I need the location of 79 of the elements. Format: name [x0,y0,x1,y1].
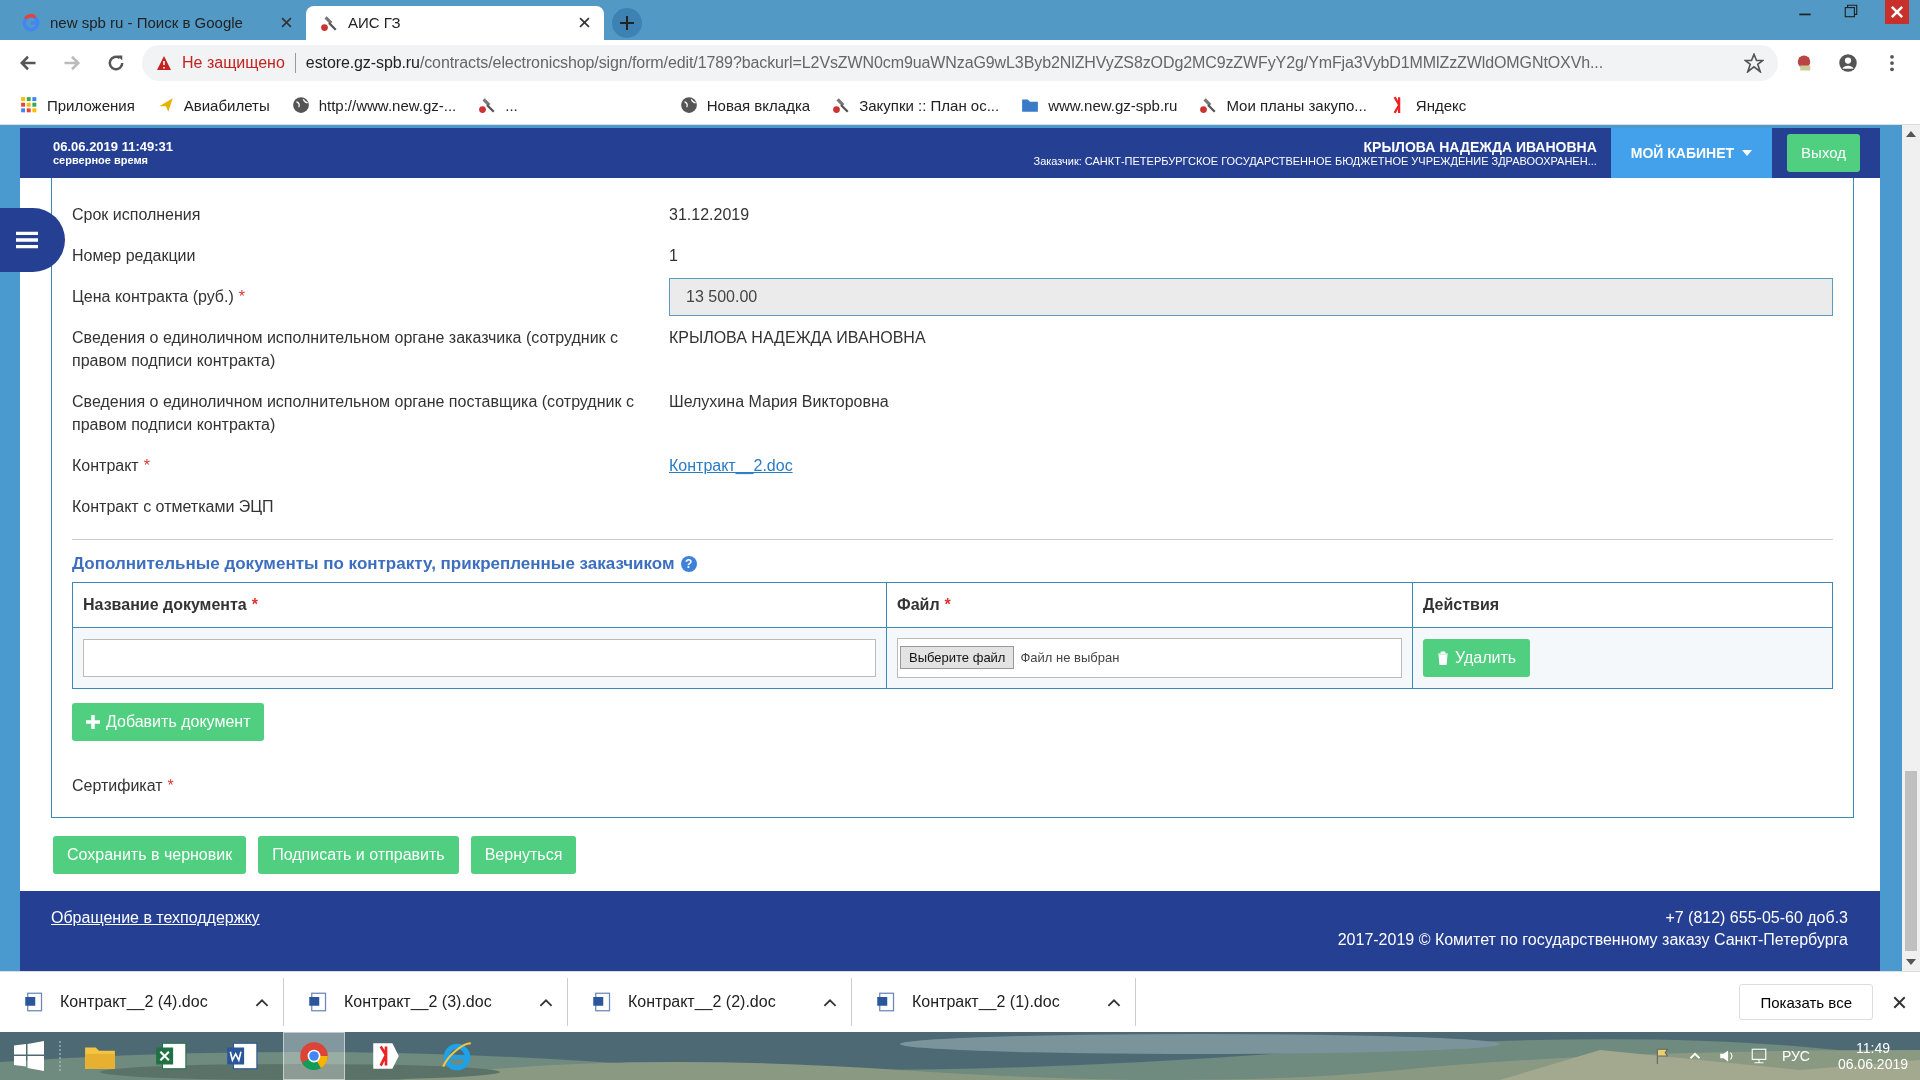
globe-icon [679,96,698,115]
field-value: 31.12.2019 [669,205,750,223]
server-time-label: серверное время [53,154,149,167]
scroll-up-icon[interactable] [1906,130,1916,137]
scroll-down-icon[interactable] [1906,959,1916,966]
scroll-thumb[interactable] [1905,771,1917,952]
document-icon [592,992,612,1013]
field-label: Срок исполнения [72,204,202,225]
hammer-icon [478,96,497,115]
caret-icon [1742,149,1753,156]
close-icon[interactable] [1893,995,1906,1009]
hammer-icon [832,96,851,115]
field-value: КРЫЛОВА НАДЕЖДА ИВАНОВНА [669,328,926,346]
bookmark[interactable]: http://www.new.gz-... [291,96,457,115]
column-header: Файл * [886,582,1413,628]
bookmark[interactable]: Авиабилеты [156,96,270,115]
file-input[interactable]: Выберите файл Файл не выбран [897,637,1402,678]
file-link[interactable]: Контракт__2.doc [669,456,793,474]
document-icon [308,992,328,1013]
grip-icon [58,1041,62,1071]
column-header: Действия [1412,582,1833,628]
column-header: Название документа * [72,582,887,628]
bookmark[interactable]: Новая вкладка [679,96,811,115]
bookmark[interactable]: Закупки :: План ос... [832,96,1000,115]
field-value: Шелухина Мария Викторовна [669,392,889,410]
copyright: 2017-2019 © Комитет по государственному заказу Санкт-Петербурга [1337,931,1848,950]
document-icon [876,992,896,1013]
download-item[interactable]: Контракт__2 (1).doc [876,978,1136,1027]
internet-explorer-icon [440,1039,474,1073]
bookmark[interactable]: Приложения [20,96,135,115]
field-value: 1 [669,246,678,264]
chevron-icon[interactable] [823,997,837,1007]
download-item[interactable]: Контракт__2 (2).doc [592,978,852,1027]
browser-tab[interactable]: АИС ГЗ [306,5,604,40]
scrollbar[interactable] [1902,124,1920,972]
field-label: Цена контракта (руб.) * [72,286,247,307]
server-time: 06.06.2019 11:49:31 [53,139,174,155]
document-icon [24,992,44,1013]
field-label: Сведения о единоличном исполнительном органе заказчика (сотрудник с правом подписи контракта) [72,327,620,371]
menu-icon [16,230,38,249]
section-title: Дополнительные документы по контракту, прикрепленные заказчиком [72,553,675,574]
chevron-icon[interactable] [539,997,553,1007]
close-icon[interactable] [579,17,590,29]
price-field[interactable]: 13 500.00 [669,277,1833,316]
show-all-button[interactable]: Показать все [1739,984,1873,1021]
field-label: Контракт с отметками ЭЦП [72,496,275,517]
folder-icon [1021,96,1040,115]
google-icon [22,13,40,32]
taskbar-app[interactable] [283,1032,345,1080]
warning-icon [156,55,172,72]
organization-name: Заказчик: САНКТ-ПЕТЕРБУРГСКОЕ ГОСУДАРСТВЕННОЕ БЮДЖЕТНОЕ УЧРЕЖДЕНИЕ ЗДРАВООХРАНЕН... [1033,154,1597,167]
bookmark[interactable]: Яндекс [1388,96,1467,115]
bookmark[interactable]: Мои планы закупо... [1199,96,1367,115]
bookmark[interactable]: www.new.gz-spb.ru [1021,96,1178,115]
hammer-icon [1199,96,1218,115]
download-item[interactable]: Контракт__2 (4).doc [24,978,284,1027]
chrome-icon [297,1039,331,1073]
chevron-icon[interactable] [1107,997,1121,1007]
field-label: Номер редакции [72,245,197,266]
chevron-icon[interactable] [255,997,269,1007]
network-icon[interactable] [1749,1047,1768,1065]
download-item[interactable]: Контракт__2 (3).doc [308,978,568,1027]
support-link[interactable]: Обращение в техподдержку [51,909,260,972]
menu-button[interactable] [0,207,65,272]
field-label: Сведения о единоличном исполнительном органе поставщика (сотрудник с правом подписи контракта) [72,391,635,435]
phone-number: +7 (812) 655-05-60 доб.3 [1665,909,1848,928]
field-label: Контракт * [72,455,151,476]
field-label: Сертификат * [72,776,175,795]
trash-icon [1437,650,1449,665]
user-name: КРЫЛОВА НАДЕЖДА ИВАНОВНА [1363,138,1597,155]
globe-icon [291,96,310,115]
apps-icon [20,96,38,115]
plus-icon [86,714,100,729]
bookmark[interactable]: ... [478,96,518,115]
address-bar[interactable]: Не защищено estore.gz-spb.ru/contracts/electronicshop/sign/form/edit/1789?backurl=L2VsZWN0cm9uaWNzaG9wL3Byb2NlZHVyZS8zODg2MC9zZWFyY2g/YmFja3VybD1MMlZzZWldOMGNtOXVh... [142,45,1778,82]
document-name-field[interactable] [83,638,876,677]
help-icon[interactable]: ? [680,555,697,572]
new-tab-button[interactable] [612,7,642,38]
star-icon[interactable] [1744,53,1764,74]
